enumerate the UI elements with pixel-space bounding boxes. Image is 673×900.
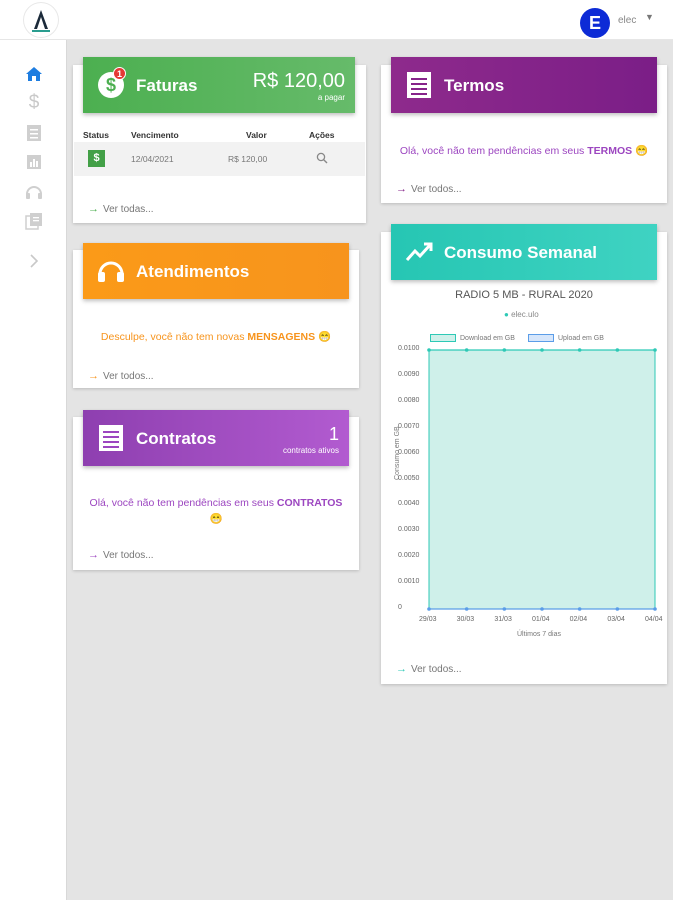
upload-point bbox=[615, 607, 620, 611]
y-tick-label: 0.0070 bbox=[398, 422, 420, 430]
upload-point bbox=[577, 607, 582, 611]
x-tick-label: 03/04 bbox=[607, 616, 625, 623]
col-valor: Valor bbox=[246, 130, 267, 140]
x-tick-label: 31/03 bbox=[494, 616, 512, 623]
library-icon[interactable] bbox=[24, 211, 44, 231]
contratos-header[interactable]: Contratos 1 contratos ativos bbox=[83, 410, 349, 466]
arrow-right-icon: → bbox=[396, 183, 407, 195]
consumo-chart bbox=[427, 348, 657, 611]
top-bar: E elec ▼ bbox=[0, 0, 673, 40]
arrow-right-icon: → bbox=[88, 549, 99, 561]
y-tick-label: 0.0040 bbox=[398, 500, 420, 508]
upload-point bbox=[653, 607, 657, 611]
consumo-title: Consumo Semanal bbox=[444, 243, 598, 262]
row-valor: R$ 120,00 bbox=[228, 154, 268, 164]
sidebar: $ bbox=[0, 40, 67, 900]
download-point bbox=[464, 348, 469, 352]
arrow-right-icon: → bbox=[88, 203, 99, 215]
atendimentos-ver-todos-link[interactable]: → Ver todos... bbox=[88, 370, 154, 382]
chart-title: RADIO 5 MB - RURAL 2020 bbox=[455, 289, 593, 301]
download-point bbox=[540, 348, 544, 352]
y-tick-label: 0.0020 bbox=[398, 552, 420, 560]
notification-badge: 1 bbox=[113, 67, 126, 80]
termos-ver-todos-link[interactable]: → Ver todos... bbox=[396, 183, 462, 195]
download-point bbox=[577, 348, 582, 352]
dollar-icon[interactable]: $ bbox=[24, 92, 44, 113]
app-logo[interactable] bbox=[24, 3, 58, 37]
contratos-count-label: contratos ativos bbox=[282, 446, 339, 455]
headset-icon bbox=[95, 255, 127, 287]
arrow-right-icon: → bbox=[88, 370, 99, 382]
x-tick-label: 29/03 bbox=[419, 616, 437, 623]
upload-point bbox=[427, 607, 431, 611]
y-tick-label: 0 bbox=[398, 604, 402, 611]
trending-up-icon bbox=[403, 236, 435, 268]
document-icon[interactable] bbox=[24, 123, 44, 143]
download-area bbox=[429, 350, 655, 609]
document-icon bbox=[95, 422, 127, 454]
y-tick-label: 0.0060 bbox=[398, 448, 420, 456]
chart-icon[interactable] bbox=[24, 152, 44, 172]
faturas-amount: R$ 120,00 bbox=[252, 70, 345, 92]
contratos-title: Contratos bbox=[136, 429, 217, 448]
download-point bbox=[653, 348, 657, 352]
x-tick-label: 02/04 bbox=[569, 616, 588, 623]
headset-icon[interactable] bbox=[24, 182, 44, 202]
chart-user: ● elec.ulo bbox=[504, 310, 539, 319]
y-tick-label: 0.0030 bbox=[398, 526, 420, 534]
termos-header[interactable]: Termos bbox=[391, 57, 657, 113]
user-name[interactable]: elec bbox=[618, 15, 636, 26]
faturas-ver-todas-link[interactable]: → Ver todas... bbox=[88, 203, 154, 215]
x-axis-label: Últimos 7 dias bbox=[517, 631, 561, 638]
faturas-title: Faturas bbox=[136, 76, 198, 95]
col-acoes: Ações bbox=[309, 130, 335, 140]
user-avatar[interactable]: E bbox=[580, 8, 610, 38]
download-point bbox=[502, 348, 507, 352]
y-tick-label: 0.0050 bbox=[398, 474, 420, 482]
upload-point bbox=[540, 607, 544, 611]
col-status: Status bbox=[83, 130, 109, 140]
faturas-amount-label: a pagar bbox=[317, 93, 345, 102]
y-tick-label: 0.0090 bbox=[398, 370, 420, 378]
status-paid-icon: $ bbox=[88, 150, 105, 167]
consumo-ver-todos-link[interactable]: → Ver todos... bbox=[396, 663, 462, 675]
user-icon: ● bbox=[504, 310, 509, 319]
contratos-count: 1 bbox=[328, 424, 339, 444]
download-point bbox=[615, 348, 620, 352]
contratos-ver-todos-link[interactable]: → Ver todos... bbox=[88, 549, 154, 561]
arrow-right-icon: → bbox=[396, 663, 407, 675]
x-tick-label: 01/04 bbox=[532, 616, 550, 623]
download-point bbox=[427, 348, 431, 352]
document-icon bbox=[403, 69, 435, 101]
atendimentos-title: Atendimentos bbox=[136, 262, 250, 281]
search-icon[interactable] bbox=[316, 151, 328, 169]
termos-message: Olá, você não tem pendências em seus TER… bbox=[399, 145, 649, 157]
y-axis-label: Consumo em GB bbox=[394, 426, 401, 480]
contratos-message: Olá, você não tem pendências em seus CON… bbox=[89, 497, 343, 525]
home-icon[interactable] bbox=[24, 64, 44, 84]
faturas-header[interactable]: $ 1 Faturas R$ 120,00 a pagar bbox=[83, 57, 355, 113]
upload-point bbox=[464, 607, 469, 611]
chevron-down-icon[interactable]: ▼ bbox=[645, 12, 654, 22]
y-tick-label: 0.0100 bbox=[398, 345, 420, 352]
y-tick-label: 0.0080 bbox=[398, 396, 420, 404]
atendimentos-message: Desculpe, você não tem novas MENSAGENS 😁 bbox=[100, 331, 332, 343]
termos-title: Termos bbox=[444, 76, 505, 95]
atendimentos-header[interactable]: Atendimentos bbox=[83, 243, 349, 299]
y-tick-label: 0.0010 bbox=[398, 578, 420, 586]
upload-point bbox=[502, 607, 507, 611]
chevron-right-icon[interactable] bbox=[24, 251, 44, 271]
row-vencimento: 12/04/2021 bbox=[131, 154, 174, 164]
consumo-header[interactable]: Consumo Semanal bbox=[391, 224, 657, 280]
x-tick-label: 04/04 bbox=[645, 616, 663, 623]
x-tick-label: 30/03 bbox=[456, 616, 475, 623]
col-vencimento: Vencimento bbox=[131, 130, 179, 140]
